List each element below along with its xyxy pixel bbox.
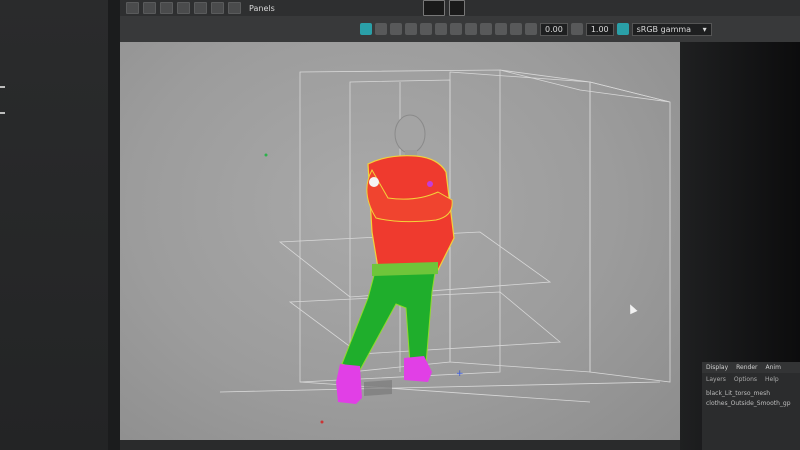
layer-row[interactable]: black_Lit_torso_mesh bbox=[706, 390, 796, 397]
scene-canvas: + bbox=[219, 69, 671, 424]
panel-divider[interactable] bbox=[108, 0, 120, 450]
hud-icon[interactable] bbox=[495, 23, 507, 35]
tab-render[interactable]: Render bbox=[736, 364, 757, 371]
snap-icon[interactable] bbox=[194, 2, 207, 14]
grid-icon[interactable] bbox=[211, 2, 224, 14]
render-icon[interactable] bbox=[228, 2, 241, 14]
menu-options[interactable]: Options bbox=[734, 376, 757, 383]
gamma-field[interactable]: 1.00 bbox=[585, 22, 614, 36]
character-left-boot bbox=[336, 364, 362, 404]
layer-menu: Layers Options Help bbox=[702, 373, 800, 386]
color-space-value: sRGB gamma bbox=[636, 24, 692, 34]
grid-toggle-icon[interactable] bbox=[480, 23, 492, 35]
axis-marker-icon[interactable]: + bbox=[456, 369, 464, 379]
image-plane-icon[interactable] bbox=[510, 23, 522, 35]
tab-display[interactable]: Display bbox=[706, 364, 728, 371]
isolate-icon[interactable] bbox=[465, 23, 477, 35]
select-tool-icon[interactable] bbox=[177, 2, 190, 14]
wireframe-edge bbox=[219, 381, 661, 393]
character-right-boot bbox=[404, 356, 432, 382]
status-bar bbox=[120, 440, 680, 450]
xray-icon[interactable] bbox=[450, 23, 462, 35]
panels-menu[interactable]: Panels bbox=[249, 4, 275, 13]
viewport-layout-icon[interactable] bbox=[422, 0, 445, 16]
wireframe-box-right bbox=[449, 71, 591, 373]
panel-toolbar: 0.00 1.00 sRGB gamma ▾ bbox=[120, 16, 800, 42]
character-belt bbox=[372, 262, 438, 276]
tab-anim[interactable]: Anim bbox=[766, 364, 781, 371]
color-management-icon[interactable] bbox=[616, 23, 629, 35]
3d-viewport[interactable]: + bbox=[120, 42, 680, 450]
move-tool-icon[interactable] bbox=[126, 2, 139, 14]
locator-marker[interactable] bbox=[264, 153, 268, 157]
wireframe-box-top bbox=[499, 69, 671, 103]
outliner-panel bbox=[0, 0, 110, 450]
gamma-icon[interactable] bbox=[570, 23, 583, 35]
menu-layers[interactable]: Layers bbox=[706, 376, 726, 383]
layer-row[interactable]: clothes_Outside_Smooth_gp bbox=[706, 400, 796, 407]
shirt-patch bbox=[369, 177, 379, 187]
ground-shadow bbox=[364, 380, 392, 396]
character-head bbox=[394, 114, 426, 154]
panel-marker bbox=[0, 112, 5, 114]
color-space-select[interactable]: sRGB gamma ▾ bbox=[631, 22, 712, 36]
lighting-icon[interactable] bbox=[420, 23, 432, 35]
wireframe-box-side bbox=[589, 81, 671, 383]
panel-marker bbox=[0, 86, 5, 88]
character-model[interactable] bbox=[336, 114, 455, 404]
origin-marker bbox=[320, 420, 324, 424]
textured-icon[interactable] bbox=[405, 23, 417, 35]
layer-tabs: Display Render Anim bbox=[702, 362, 800, 373]
wireframe-icon[interactable] bbox=[375, 23, 387, 35]
rotate-tool-icon[interactable] bbox=[143, 2, 156, 14]
shirt-badge bbox=[427, 181, 433, 187]
layer-editor-panel: Display Render Anim Layers Options Help … bbox=[702, 362, 800, 450]
shadow-icon[interactable] bbox=[435, 23, 447, 35]
chevron-down-icon: ▾ bbox=[702, 24, 707, 34]
shaded-icon[interactable] bbox=[390, 23, 402, 35]
camera-icon[interactable] bbox=[360, 23, 372, 35]
exposure-icon[interactable] bbox=[525, 23, 537, 35]
layer-list: black_Lit_torso_mesh clothes_Outside_Smo… bbox=[702, 386, 800, 414]
view-cube-icon[interactable] bbox=[448, 0, 465, 16]
menu-help[interactable]: Help bbox=[765, 376, 779, 383]
exposure-field[interactable]: 0.00 bbox=[540, 22, 568, 36]
main-toolbar: Panels bbox=[120, 0, 800, 16]
character-pants bbox=[341, 265, 437, 371]
scale-tool-icon[interactable] bbox=[160, 2, 173, 14]
